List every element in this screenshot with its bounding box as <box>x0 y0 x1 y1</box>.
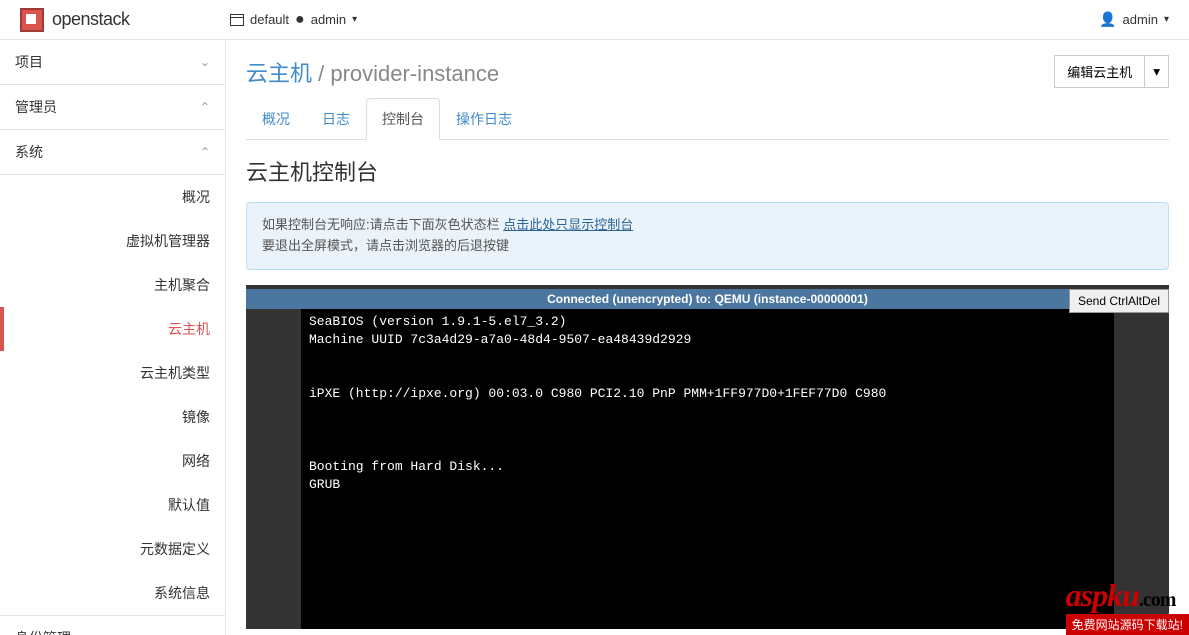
action-dropdown-toggle[interactable]: ▾ <box>1145 55 1169 88</box>
tab-action-log[interactable]: 操作日志 <box>440 98 528 140</box>
section-label: 系统 <box>15 142 43 162</box>
project-name: admin <box>311 12 346 27</box>
send-ctrl-alt-del-button[interactable]: Send CtrlAltDel <box>1069 289 1169 313</box>
show-console-only-link[interactable]: 点击此处只显示控制台 <box>503 217 633 232</box>
logo-text: openstack <box>52 9 130 30</box>
info-line1: 如果控制台无响应:请点击下面灰色状态栏 <box>262 217 503 232</box>
section-label: 管理员 <box>15 97 57 117</box>
user-icon: 👤 <box>1099 11 1116 28</box>
sidebar-item-overview[interactable]: 概况 <box>0 175 225 219</box>
user-name: admin <box>1123 12 1158 27</box>
sidebar-item-defaults[interactable]: 默认值 <box>0 483 225 527</box>
chevron-up-icon: ⌃ <box>200 145 210 159</box>
caret-down-icon: ▾ <box>1164 14 1169 25</box>
chevron-up-icon: ⌃ <box>200 100 210 114</box>
breadcrumb-root[interactable]: 云主机 <box>246 61 312 86</box>
sidebar-item-host-aggregates[interactable]: 主机聚合 <box>0 263 225 307</box>
vnc-status-bar[interactable]: Connected (unencrypted) to: QEMU (instan… <box>246 285 1169 309</box>
domain-icon <box>230 14 244 26</box>
section-label: 身份管理 <box>15 628 71 635</box>
sidebar-item-flavors[interactable]: 云主机类型 <box>0 351 225 395</box>
breadcrumb-current: provider-instance <box>330 61 499 86</box>
breadcrumb-sep: / <box>318 61 330 86</box>
sidebar-section-identity[interactable]: 身份管理 ⌄ <box>0 615 225 635</box>
bullet-separator: ● <box>295 11 305 29</box>
topbar: openstack default ● admin ▾ 👤 admin ▾ <box>0 0 1189 40</box>
vnc-status-text: Connected (unencrypted) to: QEMU (instan… <box>547 292 868 306</box>
vnc-console: Connected (unencrypted) to: QEMU (instan… <box>246 285 1169 629</box>
sidebar-item-networks[interactable]: 网络 <box>0 439 225 483</box>
sidebar-item-system-info[interactable]: 系统信息 <box>0 571 225 615</box>
domain-name: default <box>250 12 289 27</box>
openstack-logo-icon <box>20 8 44 32</box>
project-selector[interactable]: default ● admin ▾ <box>230 11 357 29</box>
sidebar-section-system[interactable]: 系统 ⌃ <box>0 130 225 175</box>
tab-console[interactable]: 控制台 <box>366 98 440 140</box>
console-info-box: 如果控制台无响应:请点击下面灰色状态栏 点击此处只显示控制台 要退出全屏模式，请… <box>246 202 1169 270</box>
main-content: 云主机 / provider-instance 编辑云主机 ▾ 概况 日志 控制… <box>226 40 1189 635</box>
info-line2: 要退出全屏模式，请点击浏览器的后退按键 <box>262 238 509 253</box>
user-menu[interactable]: 👤 admin ▾ <box>1099 11 1169 28</box>
tabs: 概况 日志 控制台 操作日志 <box>246 98 1169 140</box>
tab-log[interactable]: 日志 <box>306 98 366 140</box>
panel-title: 云主机控制台 <box>246 155 1169 187</box>
edit-instance-button[interactable]: 编辑云主机 <box>1054 55 1145 88</box>
caret-down-icon: ▾ <box>352 14 357 25</box>
section-label: 项目 <box>15 52 43 72</box>
sidebar: 项目 ⌄ 管理员 ⌃ 系统 ⌃ 概况 虚拟机管理器 主机聚合 云主机 云主机类型… <box>0 40 226 635</box>
logo-area: openstack <box>20 8 230 32</box>
breadcrumb: 云主机 / provider-instance <box>246 56 499 88</box>
action-button-group: 编辑云主机 ▾ <box>1054 55 1169 88</box>
chevron-down-icon: ⌄ <box>200 55 210 69</box>
chevron-down-icon: ⌄ <box>200 631 210 635</box>
sidebar-section-admin[interactable]: 管理员 ⌃ <box>0 85 225 130</box>
sidebar-item-hypervisors[interactable]: 虚拟机管理器 <box>0 219 225 263</box>
sidebar-item-instances[interactable]: 云主机 <box>0 307 225 351</box>
sidebar-item-images[interactable]: 镜像 <box>0 395 225 439</box>
terminal-output[interactable]: SeaBIOS (version 1.9.1-5.el7_3.2) Machin… <box>301 309 1114 629</box>
sidebar-section-project[interactable]: 项目 ⌄ <box>0 40 225 85</box>
sidebar-item-metadata[interactable]: 元数据定义 <box>0 527 225 571</box>
tab-overview[interactable]: 概况 <box>246 98 306 140</box>
